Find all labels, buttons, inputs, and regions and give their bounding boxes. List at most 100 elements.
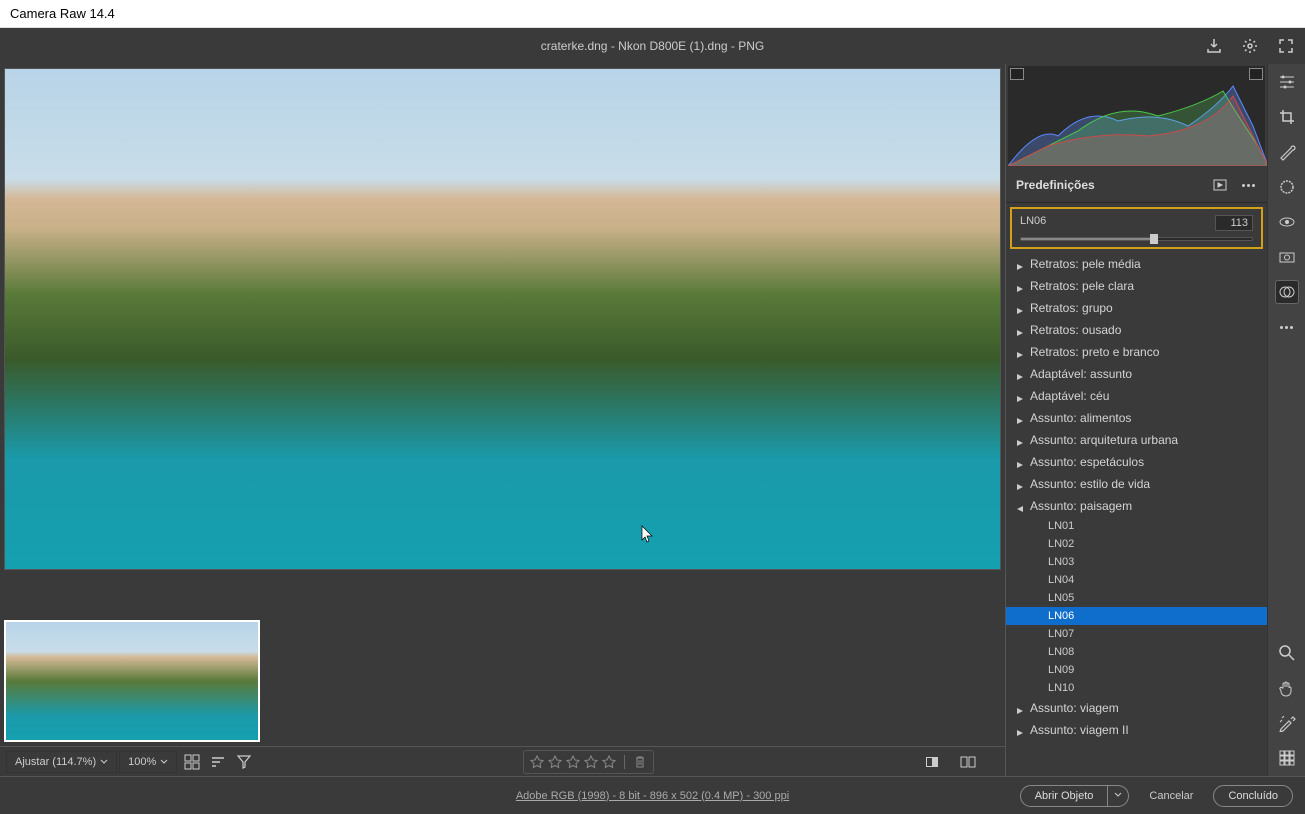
disclosure-triangle-icon bbox=[1016, 414, 1024, 422]
disclosure-triangle-icon bbox=[1016, 282, 1024, 290]
cursor-pointer-icon bbox=[641, 525, 655, 546]
disclosure-triangle-icon bbox=[1016, 370, 1024, 378]
slider-thumb[interactable] bbox=[1150, 234, 1158, 244]
preset-item[interactable]: LN09 bbox=[1006, 661, 1267, 679]
disclosure-triangle-icon bbox=[1016, 260, 1024, 268]
preset-group[interactable]: Adaptável: assunto bbox=[1006, 363, 1267, 385]
preset-group[interactable]: Retratos: pele média bbox=[1006, 253, 1267, 275]
document-header: craterke.dng - Nkon D800E (1).dng - PNG bbox=[0, 28, 1305, 64]
preset-group[interactable]: Retratos: ousado bbox=[1006, 319, 1267, 341]
preset-item[interactable]: LN10 bbox=[1006, 679, 1267, 697]
open-object-dropdown-icon[interactable] bbox=[1108, 785, 1129, 807]
disclosure-triangle-icon bbox=[1016, 480, 1024, 488]
filmstrip bbox=[0, 616, 1005, 746]
panel-more-icon[interactable] bbox=[1239, 176, 1257, 194]
preset-group[interactable]: Retratos: pele clara bbox=[1006, 275, 1267, 297]
preset-group[interactable]: Assunto: arquitetura urbana bbox=[1006, 429, 1267, 451]
preset-group-label: Assunto: viagem bbox=[1030, 701, 1119, 715]
preset-item[interactable]: LN02 bbox=[1006, 535, 1267, 553]
sampler-icon[interactable] bbox=[1275, 711, 1299, 735]
masking-icon[interactable] bbox=[1275, 175, 1299, 199]
disclosure-triangle-icon bbox=[1016, 436, 1024, 444]
grid-view-icon[interactable] bbox=[181, 751, 203, 773]
disclosure-triangle-icon bbox=[1016, 304, 1024, 312]
done-button[interactable]: Concluído bbox=[1213, 785, 1293, 807]
preset-group-label: Assunto: paisagem bbox=[1030, 499, 1132, 513]
preset-item[interactable]: LN06 bbox=[1006, 607, 1267, 625]
grid-icon[interactable] bbox=[1275, 746, 1299, 770]
snapshot-icon[interactable] bbox=[1275, 245, 1299, 269]
preset-group-label: Retratos: preto e branco bbox=[1030, 345, 1159, 359]
preset-group[interactable]: Assunto: estilo de vida bbox=[1006, 473, 1267, 495]
zoom-fit-button[interactable]: Ajustar (114.7%) bbox=[6, 751, 117, 773]
preset-group-label: Adaptável: céu bbox=[1030, 389, 1109, 403]
export-icon[interactable] bbox=[1205, 37, 1223, 55]
presets-panel-header: Predefinições bbox=[1006, 168, 1267, 203]
filter-funnel-icon[interactable] bbox=[233, 751, 255, 773]
preset-group-label: Adaptável: assunto bbox=[1030, 367, 1132, 381]
rating-stars[interactable] bbox=[523, 750, 654, 774]
preset-item[interactable]: LN07 bbox=[1006, 625, 1267, 643]
preset-group[interactable]: Retratos: grupo bbox=[1006, 297, 1267, 319]
image-preview[interactable] bbox=[0, 64, 1005, 616]
preset-group-label: Retratos: grupo bbox=[1030, 301, 1113, 315]
open-object-button[interactable]: Abrir Objeto bbox=[1020, 785, 1109, 807]
preset-item[interactable]: LN08 bbox=[1006, 643, 1267, 661]
disclosure-triangle-icon bbox=[1016, 326, 1024, 334]
app-title: Camera Raw 14.4 bbox=[10, 6, 115, 21]
preset-group-label: Assunto: viagem II bbox=[1030, 723, 1129, 737]
preset-group-label: Retratos: ousado bbox=[1030, 323, 1121, 337]
preset-item[interactable]: LN03 bbox=[1006, 553, 1267, 571]
preset-group-label: Assunto: alimentos bbox=[1030, 411, 1131, 425]
preset-group[interactable]: Adaptável: céu bbox=[1006, 385, 1267, 407]
more-tools-icon[interactable] bbox=[1275, 315, 1299, 339]
disclosure-triangle-icon bbox=[1016, 392, 1024, 400]
preset-item[interactable]: LN01 bbox=[1006, 517, 1267, 535]
trash-icon[interactable] bbox=[633, 755, 647, 769]
edit-sliders-icon[interactable] bbox=[1275, 70, 1299, 94]
tool-strip bbox=[1267, 64, 1305, 776]
preset-group-label: Retratos: pele clara bbox=[1030, 279, 1134, 293]
preset-group-label: Assunto: estilo de vida bbox=[1030, 477, 1150, 491]
preset-group[interactable]: Assunto: viagem II bbox=[1006, 719, 1267, 741]
compare-view-icon[interactable] bbox=[957, 751, 979, 773]
thumbnail[interactable] bbox=[4, 620, 260, 742]
preset-group-label: Assunto: arquitetura urbana bbox=[1030, 433, 1178, 447]
zoom-tool-icon[interactable] bbox=[1275, 641, 1299, 665]
preview-toolbar: Ajustar (114.7%) 100% bbox=[0, 746, 1005, 776]
preset-group-label: Retratos: pele média bbox=[1030, 257, 1141, 271]
hand-tool-icon[interactable] bbox=[1275, 676, 1299, 700]
crop-icon[interactable] bbox=[1275, 105, 1299, 129]
preset-tree[interactable]: Retratos: pele média Retratos: pele clara… bbox=[1006, 253, 1267, 776]
preset-group[interactable]: Retratos: preto e branco bbox=[1006, 341, 1267, 363]
preset-group[interactable]: Assunto: espetáculos bbox=[1006, 451, 1267, 473]
amount-value[interactable]: 113 bbox=[1215, 215, 1253, 231]
preset-group[interactable]: Assunto: paisagem bbox=[1006, 495, 1267, 517]
fullscreen-icon[interactable] bbox=[1277, 37, 1295, 55]
cancel-button[interactable]: Cancelar bbox=[1149, 790, 1193, 802]
disclosure-triangle-icon bbox=[1016, 704, 1024, 712]
amount-slider[interactable] bbox=[1020, 237, 1253, 241]
window-titlebar: Camera Raw 14.4 bbox=[0, 0, 1305, 28]
preset-amount-box: LN06 113 bbox=[1010, 207, 1263, 249]
zoom-100-button[interactable]: 100% bbox=[119, 751, 177, 773]
redeye-icon[interactable] bbox=[1275, 210, 1299, 234]
preset-group[interactable]: Assunto: viagem bbox=[1006, 697, 1267, 719]
footer-bar: Adobe RGB (1998) - 8 bit - 896 x 502 (0.… bbox=[0, 776, 1305, 814]
document-filename: craterke.dng - Nkon D800E (1).dng - PNG bbox=[541, 39, 764, 53]
panel-expand-icon[interactable] bbox=[1211, 176, 1229, 194]
preset-item[interactable]: LN05 bbox=[1006, 589, 1267, 607]
single-view-icon[interactable] bbox=[921, 751, 943, 773]
histogram[interactable] bbox=[1008, 66, 1265, 166]
preset-item[interactable]: LN04 bbox=[1006, 571, 1267, 589]
image-info-text[interactable]: Adobe RGB (1998) - 8 bit - 896 x 502 (0.… bbox=[516, 790, 789, 802]
amount-label: LN06 bbox=[1020, 215, 1046, 231]
preset-group[interactable]: Assunto: alimentos bbox=[1006, 407, 1267, 429]
settings-gear-icon[interactable] bbox=[1241, 37, 1259, 55]
disclosure-triangle-icon bbox=[1016, 502, 1024, 510]
healing-brush-icon[interactable] bbox=[1275, 140, 1299, 164]
sort-icon[interactable] bbox=[207, 751, 229, 773]
preset-group-label: Assunto: espetáculos bbox=[1030, 455, 1144, 469]
disclosure-triangle-icon bbox=[1016, 726, 1024, 734]
presets-icon[interactable] bbox=[1275, 280, 1299, 304]
